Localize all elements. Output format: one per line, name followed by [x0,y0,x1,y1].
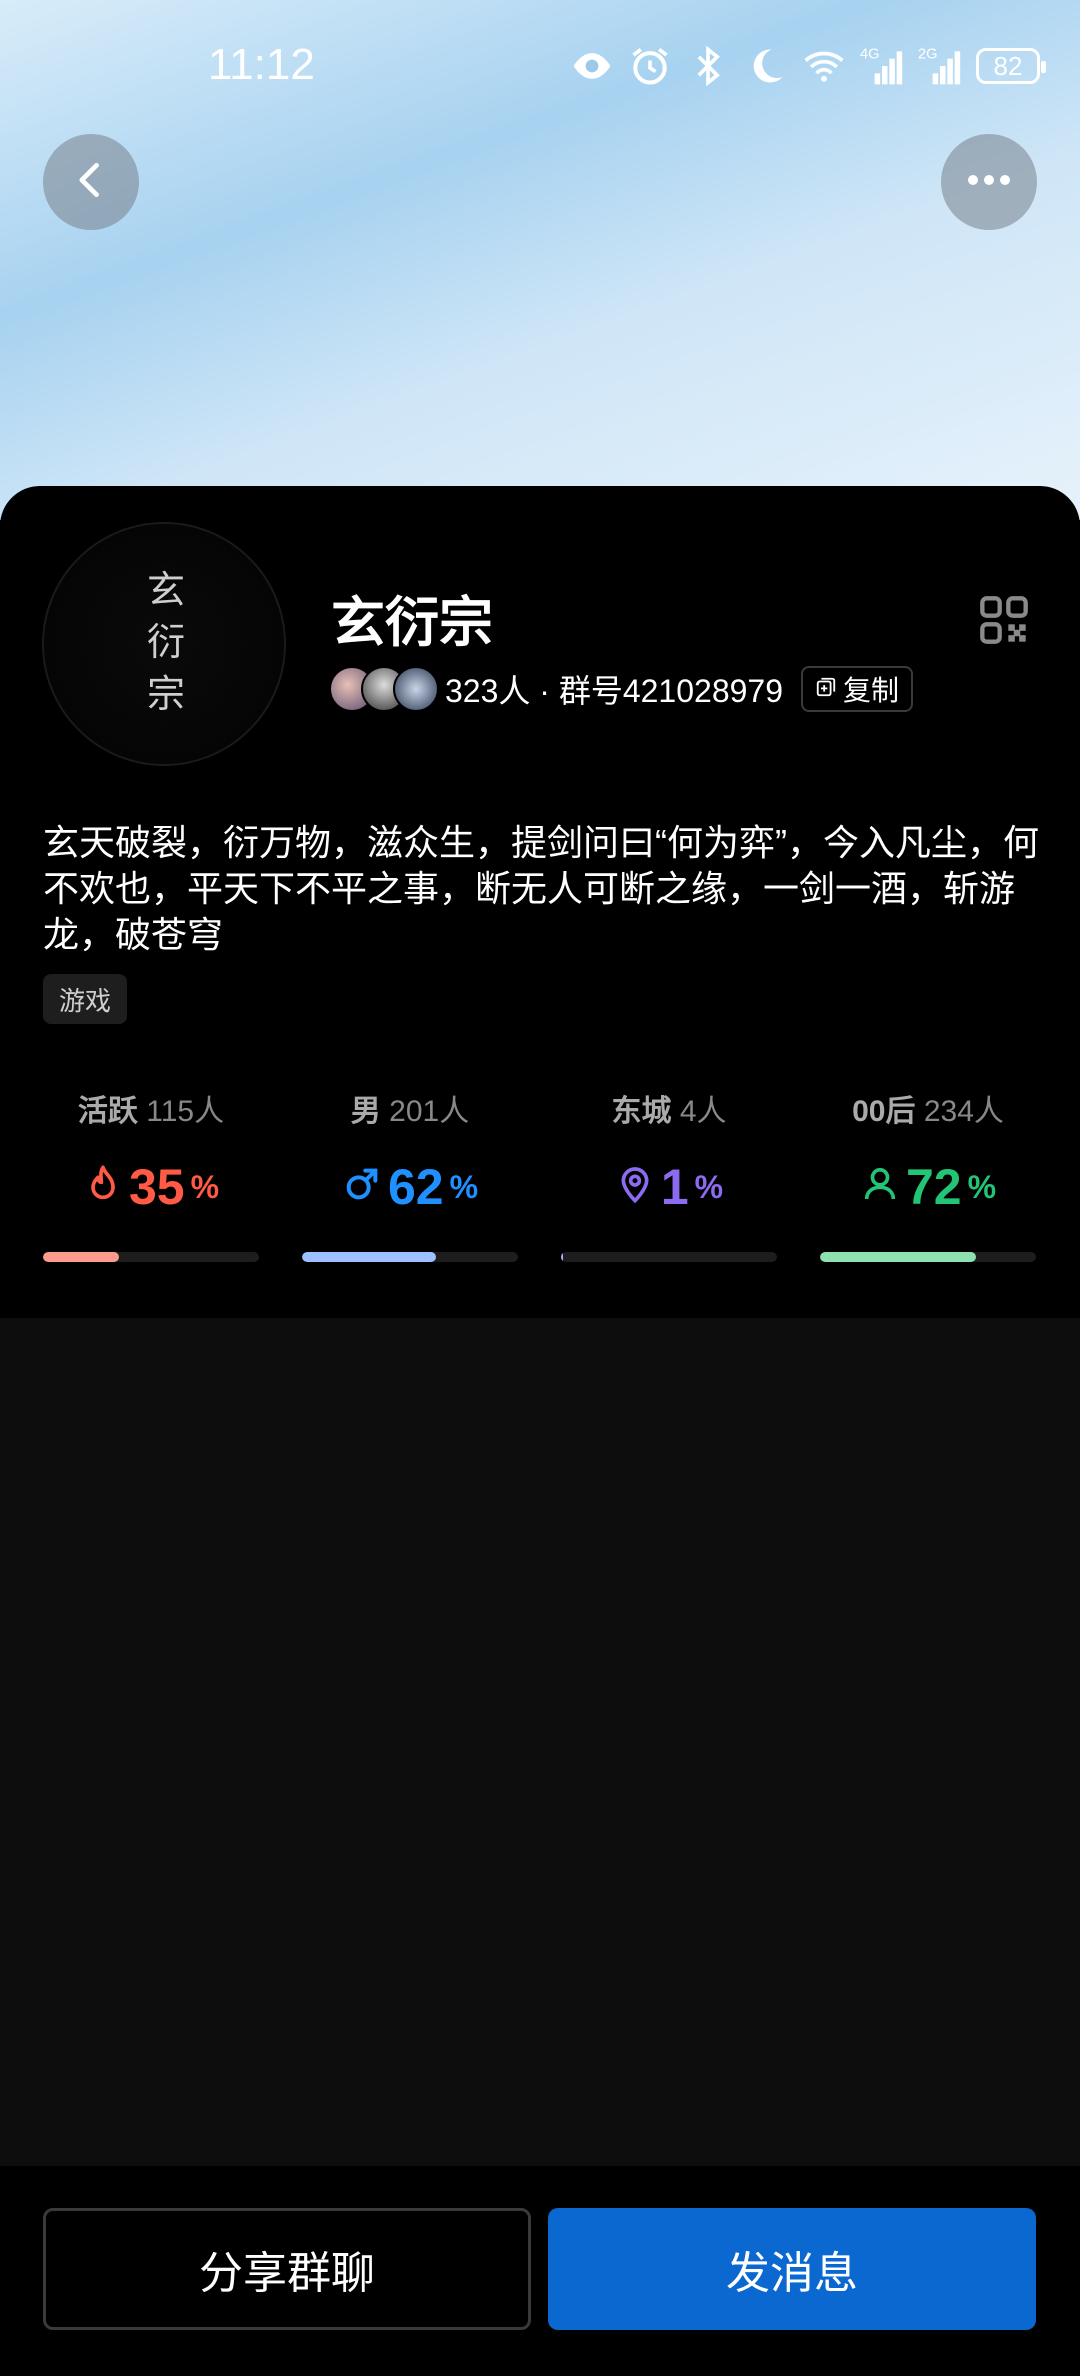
stat-label: 00后 234人 [852,1095,1004,1128]
category-tag[interactable]: 游戏 [43,974,128,1024]
member-stats: 活跃 115人 35% 男 201人 62% 东城 4人 1% 00后 234人… [0,1086,1080,1266]
more-button[interactable] [941,134,1037,230]
stat-label: 活跃 115人 [77,1095,225,1128]
stat-value: 62% [302,1158,518,1216]
back-button[interactable] [43,134,139,230]
group-avatar-text: 玄 衍 宗 [146,568,185,716]
person-icon [860,1158,900,1216]
more-dots-icon [963,170,1015,195]
copy-button[interactable]: 复制 [801,666,914,712]
stat-bar [302,1252,518,1262]
stat-value: 35% [43,1158,259,1216]
svg-text:2G: 2G [918,47,938,63]
stat-male: 男 201人 62% [302,1086,518,1262]
member-avatars[interactable] [329,666,439,712]
status-time: 11:12 [208,40,315,89]
location-icon [615,1158,655,1216]
stat-active: 活跃 115人 35% [43,1086,259,1262]
stat-bar-fill [302,1252,436,1262]
member-count-and-id: 323人 · 群号421028979 [445,673,784,709]
qr-code-icon[interactable] [978,594,1030,646]
group-description: 玄天破裂，衍万物，滋众生，提剑问曰“何为弈”，今入凡尘，何不欢也，平天下不平之事… [43,822,1039,955]
stat-age: 00后 234人 72% [820,1086,1036,1262]
svg-text:4G: 4G [860,47,880,63]
stat-location: 东城 4人 1% [561,1086,777,1262]
moon-icon [744,44,788,88]
wifi-icon [802,44,846,88]
status-bar: 11:12 4G 2G 82 [0,0,1080,140]
stat-bar-fill [43,1252,119,1262]
stat-bar [561,1252,777,1262]
group-name: 玄衍宗 [331,593,493,653]
stat-bar-fill [820,1252,976,1262]
share-group-button[interactable]: 分享群聊 [43,2208,531,2330]
group-meta-row: 323人 · 群号421028979 复制 [329,664,914,714]
member-avatar [393,666,439,712]
signal-4g-icon: 4G [860,44,904,88]
chevron-left-icon [69,158,113,207]
bluetooth-icon [686,44,730,88]
stat-bar [820,1252,1036,1262]
alarm-icon [628,44,672,88]
group-avatar[interactable]: 玄 衍 宗 [42,522,286,766]
battery-indicator: 82 [976,48,1046,84]
stat-bar-fill [561,1252,564,1262]
male-icon [342,1158,382,1216]
bottom-action-bar: 分享群聊 发消息 [0,2166,1080,2376]
signal-2g-icon: 2G [918,44,962,88]
group-info-card: 玄 衍 宗 玄衍宗 323人 · 群号421028979 复制 玄天破裂，衍万物… [0,486,1080,1318]
flame-icon [83,1158,123,1216]
stat-label: 东城 4人 [611,1095,727,1128]
eye-icon [570,44,614,88]
copy-label: 复制 [843,675,900,706]
send-message-button[interactable]: 发消息 [548,2208,1036,2330]
stat-bar [43,1252,259,1262]
stat-label: 男 201人 [350,1095,470,1128]
stat-value: 72% [820,1158,1036,1216]
stat-value: 1% [561,1158,777,1216]
copy-icon [815,673,837,705]
